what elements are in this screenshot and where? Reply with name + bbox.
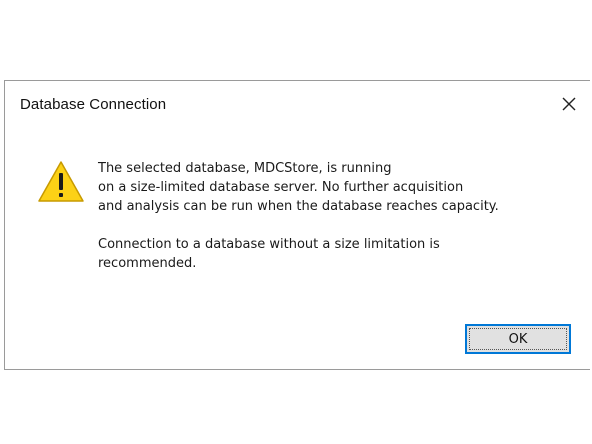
ok-button-label: OK	[508, 331, 528, 347]
message-paragraph-1: The selected database, MDCStore, is runn…	[98, 161, 499, 214]
ok-button[interactable]: OK	[465, 324, 571, 354]
dialog-message: The selected database, MDCStore, is runn…	[98, 159, 578, 273]
screen: Database Connection The selected databas…	[0, 0, 592, 444]
database-connection-dialog: Database Connection The selected databas…	[4, 80, 590, 370]
message-paragraph-2: Connection to a database without a size …	[98, 237, 440, 271]
warning-icon	[38, 161, 84, 202]
close-button[interactable]	[556, 91, 582, 117]
dialog-titlebar: Database Connection	[5, 81, 590, 127]
dialog-title: Database Connection	[20, 96, 167, 113]
close-icon	[562, 97, 576, 111]
